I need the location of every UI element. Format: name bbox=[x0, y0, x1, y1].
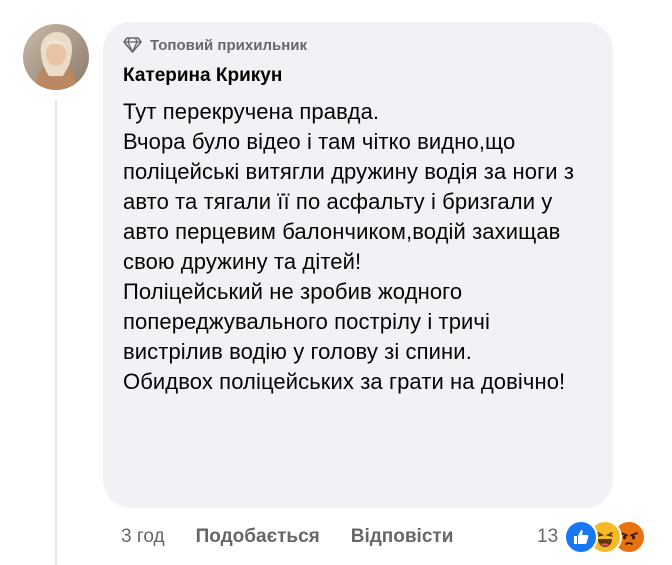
reactions-summary[interactable]: 13 bbox=[537, 520, 650, 554]
reply-button[interactable]: Відповісти bbox=[351, 526, 454, 548]
comment-screen: Топовий прихильник Катерина Крикун Тут п… bbox=[0, 0, 672, 565]
author-name[interactable]: Катерина Крикун bbox=[123, 64, 593, 88]
like-button[interactable]: Подобається bbox=[196, 526, 320, 548]
reaction-count: 13 bbox=[537, 526, 559, 547]
timestamp[interactable]: 3 год bbox=[121, 526, 165, 548]
top-fan-badge: Топовий прихильник bbox=[123, 36, 593, 54]
comment-bubble: Топовий прихильник Катерина Крикун Тут п… bbox=[103, 22, 613, 508]
comment-actions: 3 год Подобається Відповісти bbox=[121, 522, 453, 552]
reaction-icons bbox=[564, 520, 650, 554]
diamond-icon bbox=[123, 37, 142, 53]
thread-line bbox=[55, 100, 57, 565]
like-reaction-icon bbox=[564, 520, 599, 554]
avatar[interactable] bbox=[23, 24, 89, 90]
comment-text: Тут перекручена правда. Вчора було відео… bbox=[123, 99, 575, 394]
badge-label: Топовий прихильник bbox=[150, 36, 307, 54]
